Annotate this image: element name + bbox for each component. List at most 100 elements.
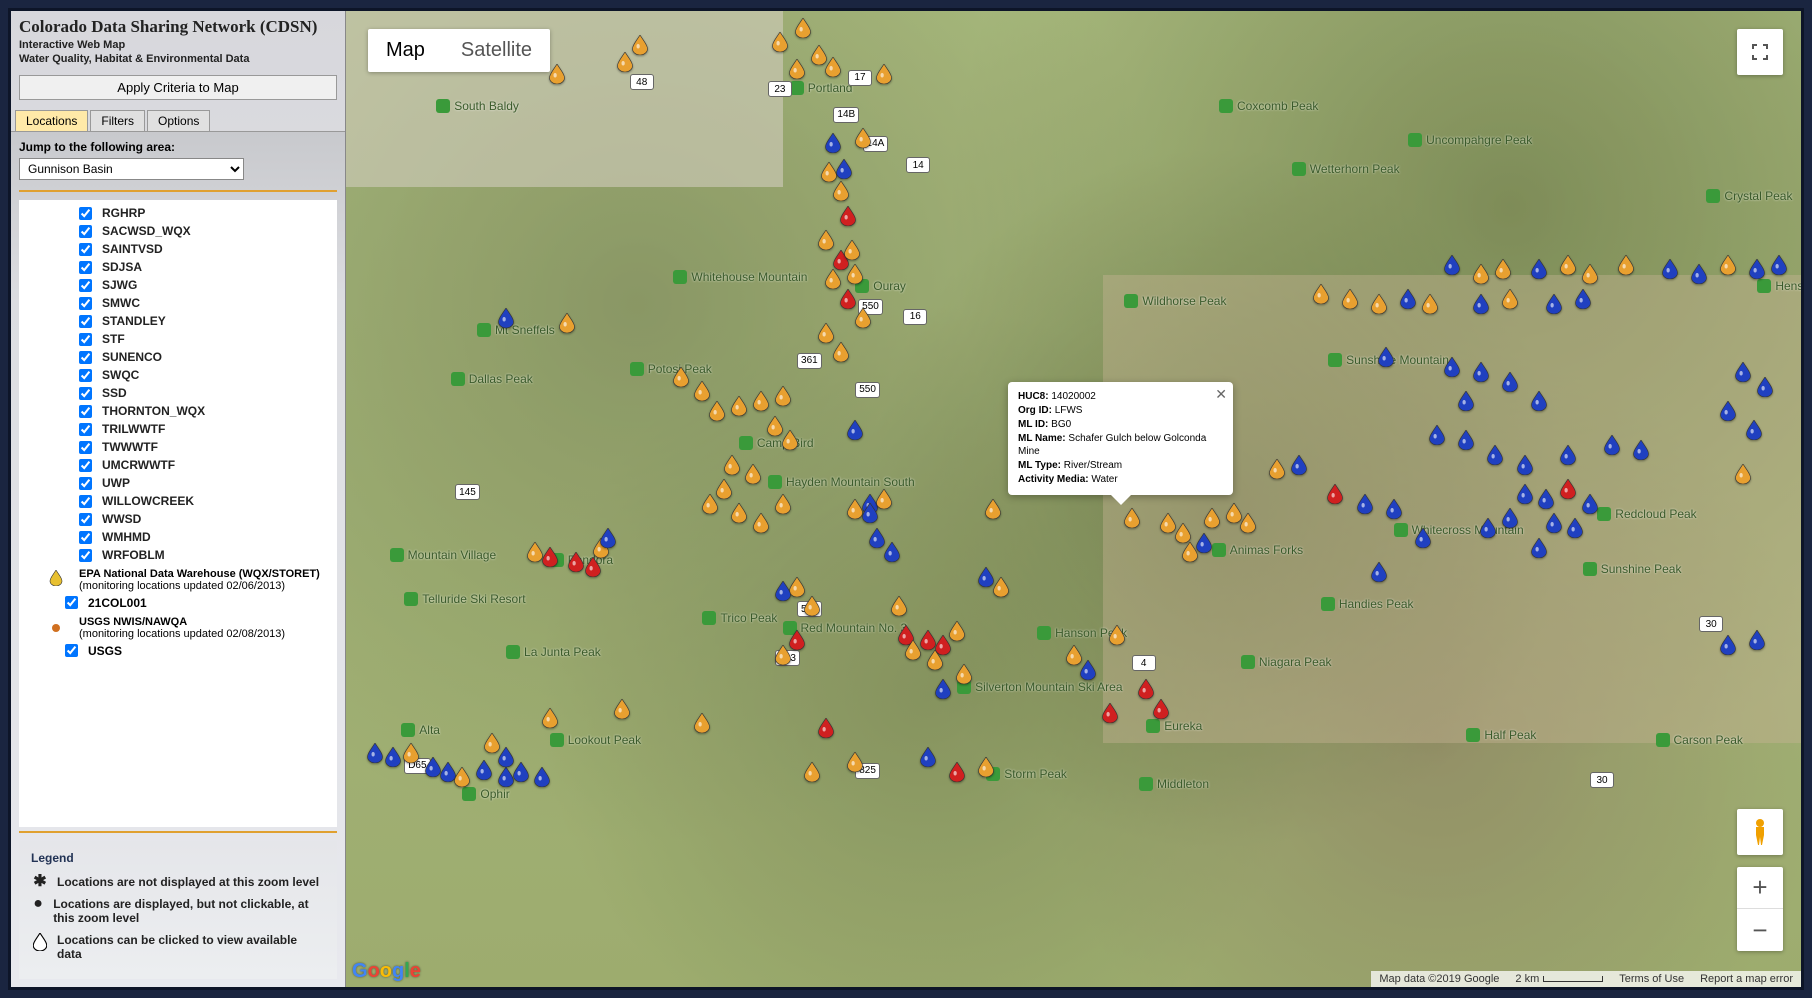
org-checkbox[interactable] [79, 279, 92, 292]
map-marker-red[interactable] [1102, 703, 1118, 723]
map-marker-orange[interactable] [775, 494, 791, 514]
org-item[interactable]: SUNENCO [19, 348, 337, 366]
map-marker-orange[interactable] [731, 396, 747, 416]
map-marker-blue[interactable] [1720, 401, 1736, 421]
map-marker-orange[interactable] [1735, 464, 1751, 484]
org-checkbox[interactable] [79, 387, 92, 400]
map-marker-blue[interactable] [935, 679, 951, 699]
zoom-out-button[interactable]: − [1737, 909, 1783, 951]
map-marker-blue[interactable] [1633, 440, 1649, 460]
map-marker-blue[interactable] [1757, 377, 1773, 397]
map-marker-blue[interactable] [1517, 484, 1533, 504]
map-marker-orange[interactable] [559, 313, 575, 333]
zoom-in-button[interactable]: + [1737, 867, 1783, 909]
map-marker-blue[interactable] [600, 528, 616, 548]
map-marker-orange[interactable] [1473, 264, 1489, 284]
map-marker-orange[interactable] [753, 513, 769, 533]
map-marker-blue[interactable] [476, 760, 492, 780]
map-marker-orange[interactable] [724, 455, 740, 475]
org-item-21col001[interactable]: 21COL001 [19, 594, 337, 612]
map-marker-orange[interactable] [956, 664, 972, 684]
map-marker-orange[interactable] [775, 386, 791, 406]
map-marker-orange[interactable] [1502, 289, 1518, 309]
map-marker-blue[interactable] [775, 581, 791, 601]
org-item[interactable]: SJWG [19, 276, 337, 294]
map-marker-blue[interactable] [1080, 660, 1096, 680]
org-checkbox[interactable] [79, 549, 92, 562]
map-marker-orange[interactable] [403, 743, 419, 763]
map-marker-orange[interactable] [1175, 523, 1191, 543]
org-item[interactable]: STANDLEY [19, 312, 337, 330]
map-marker-orange[interactable] [1240, 513, 1256, 533]
map-marker-orange[interactable] [818, 230, 834, 250]
map-marker-orange[interactable] [702, 494, 718, 514]
map-marker-blue[interactable] [1662, 259, 1678, 279]
map-marker-blue[interactable] [1567, 518, 1583, 538]
map-marker-red[interactable] [585, 557, 601, 577]
map-marker-orange[interactable] [993, 577, 1009, 597]
map-type-map[interactable]: Map [368, 29, 443, 72]
map-marker-blue[interactable] [884, 542, 900, 562]
map-marker-blue[interactable] [1771, 255, 1787, 275]
org-item[interactable]: WRFOBLM [19, 546, 337, 564]
map-marker-orange[interactable] [1182, 542, 1198, 562]
map-marker-orange[interactable] [1204, 508, 1220, 528]
org-checkbox[interactable] [79, 477, 92, 490]
map-marker-orange[interactable] [549, 64, 565, 84]
map-marker-blue[interactable] [534, 767, 550, 787]
map-marker-orange[interactable] [833, 181, 849, 201]
map-marker-blue[interactable] [1487, 445, 1503, 465]
map-marker-red[interactable] [840, 206, 856, 226]
map-marker-orange[interactable] [614, 699, 630, 719]
streetview-pegman[interactable] [1737, 809, 1783, 855]
org-checkbox[interactable] [65, 596, 78, 609]
map-marker-orange[interactable] [694, 381, 710, 401]
org-item[interactable]: RGHRP [19, 204, 337, 222]
org-item[interactable]: UWP [19, 474, 337, 492]
map-marker-orange[interactable] [789, 577, 805, 597]
map-marker-orange[interactable] [818, 323, 834, 343]
map-marker-orange[interactable] [694, 713, 710, 733]
attr-terms[interactable]: Terms of Use [1611, 971, 1692, 987]
map-marker-blue[interactable] [385, 747, 401, 767]
org-item[interactable]: THORNTON_WQX [19, 402, 337, 420]
map-marker-orange[interactable] [632, 35, 648, 55]
map-marker-orange[interactable] [847, 752, 863, 772]
map-marker-blue[interactable] [1502, 372, 1518, 392]
org-checkbox[interactable] [79, 315, 92, 328]
map-marker-orange[interactable] [825, 57, 841, 77]
org-checkbox[interactable] [79, 351, 92, 364]
map-marker-orange[interactable] [876, 489, 892, 509]
map-marker-blue[interactable] [1473, 362, 1489, 382]
map-marker-orange[interactable] [673, 367, 689, 387]
map-marker-red[interactable] [789, 630, 805, 650]
map-marker-blue[interactable] [1473, 294, 1489, 314]
map-marker-orange[interactable] [927, 650, 943, 670]
tab-options[interactable]: Options [147, 110, 210, 131]
map-marker-orange[interactable] [821, 162, 837, 182]
org-checkbox[interactable] [79, 369, 92, 382]
map-marker-blue[interactable] [1429, 425, 1445, 445]
map-marker-orange[interactable] [1124, 508, 1140, 528]
org-item-usgs[interactable]: USGS [19, 642, 337, 660]
map-marker-blue[interactable] [1582, 494, 1598, 514]
map-marker-blue[interactable] [1746, 420, 1762, 440]
map-marker-orange[interactable] [949, 621, 965, 641]
org-item[interactable]: WILLOWCREEK [19, 492, 337, 510]
map-marker-orange[interactable] [753, 391, 769, 411]
map-marker-orange[interactable] [985, 499, 1001, 519]
fullscreen-button[interactable] [1737, 29, 1783, 75]
map-marker-orange[interactable] [855, 308, 871, 328]
map-marker-orange[interactable] [709, 401, 725, 421]
map-marker-blue[interactable] [1560, 445, 1576, 465]
map-marker-orange[interactable] [833, 342, 849, 362]
tab-locations[interactable]: Locations [15, 110, 88, 131]
map-marker-orange[interactable] [1422, 294, 1438, 314]
map-marker-blue[interactable] [1196, 533, 1212, 553]
map-marker-blue[interactable] [498, 308, 514, 328]
map-marker-orange[interactable] [844, 240, 860, 260]
org-item[interactable]: SACWSD_WQX [19, 222, 337, 240]
org-item[interactable]: SDJSA [19, 258, 337, 276]
org-checkbox[interactable] [79, 207, 92, 220]
map-canvas[interactable]: South BaldyPortlandCoxcomb PeakUncompahg… [346, 11, 1801, 987]
